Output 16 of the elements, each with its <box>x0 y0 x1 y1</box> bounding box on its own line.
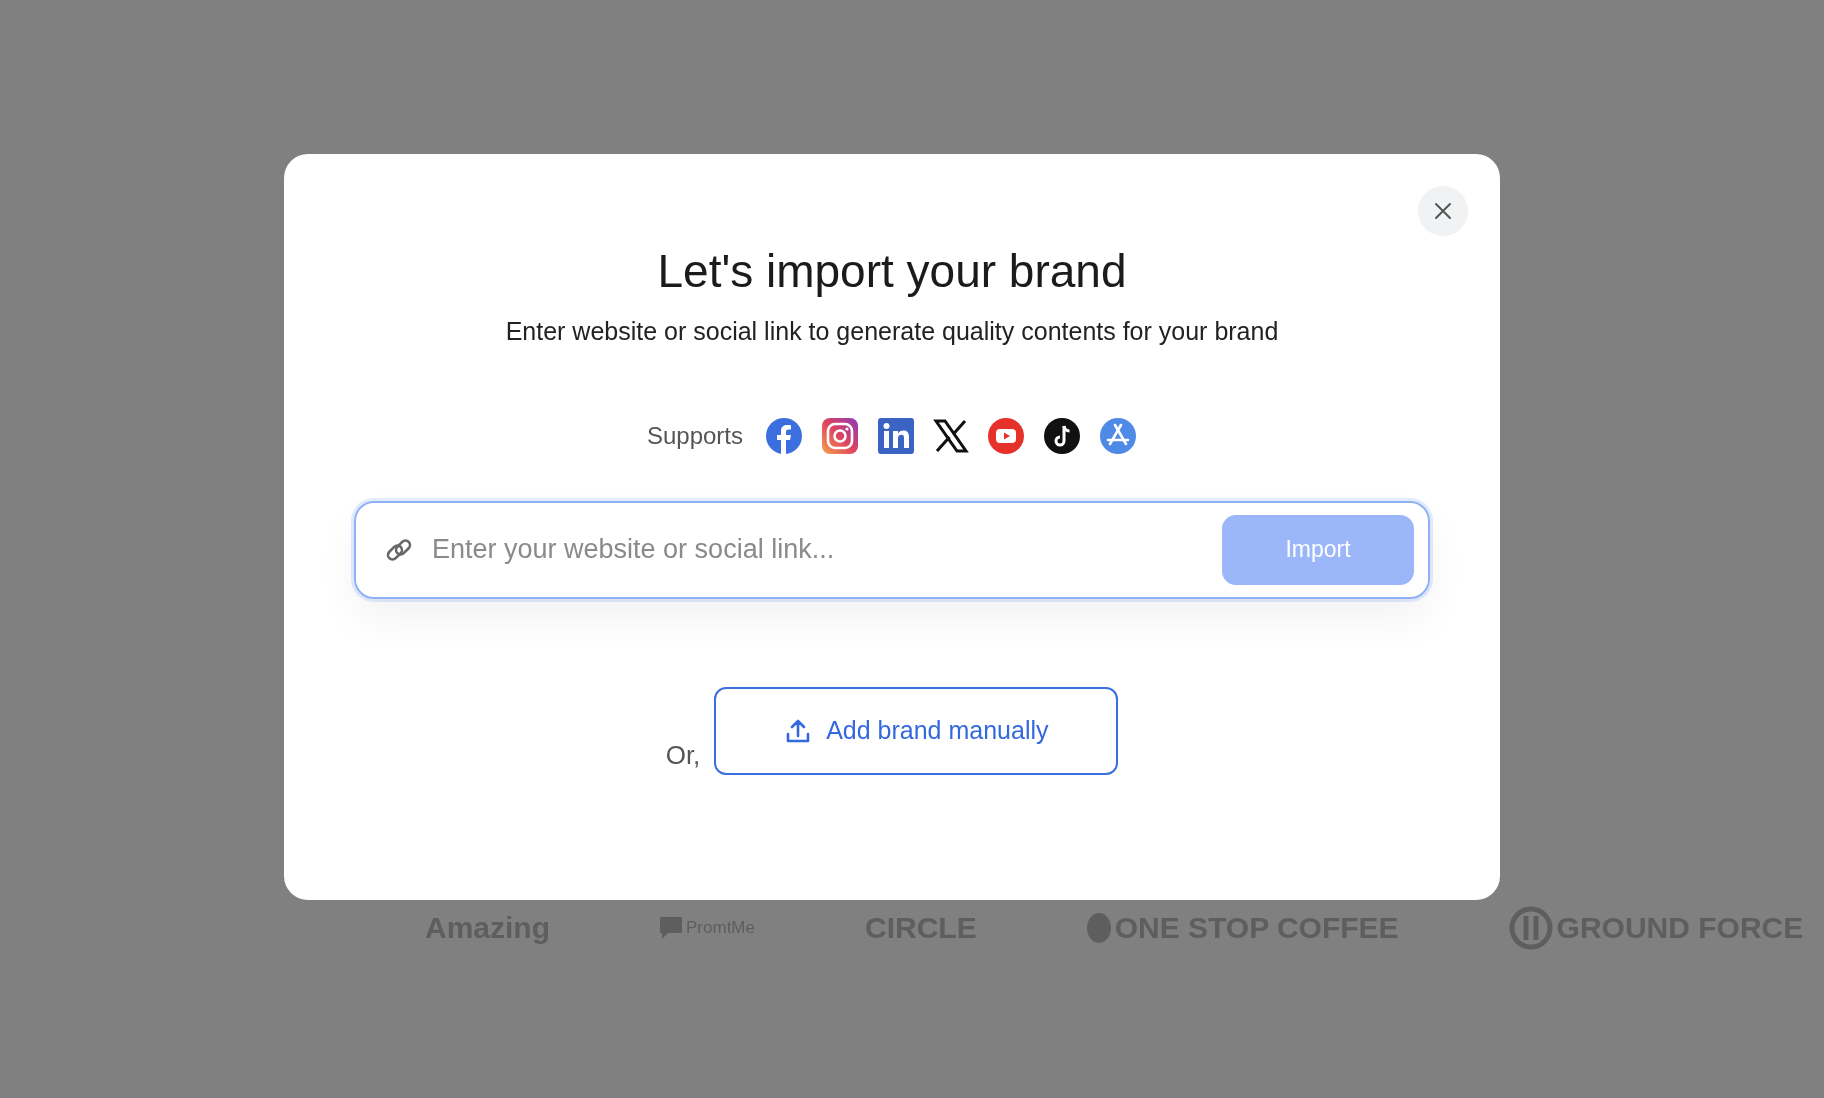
linkedin-icon[interactable] <box>877 416 916 455</box>
add-brand-manually-button[interactable]: Add brand manually <box>714 686 1119 775</box>
instagram-icon[interactable] <box>821 416 860 455</box>
close-button[interactable] <box>1418 186 1468 236</box>
chat-bubble-icon <box>660 916 682 939</box>
tiktok-icon[interactable] <box>1043 416 1082 455</box>
dialog-title: Let's import your brand <box>656 244 1128 299</box>
youtube-icon[interactable] <box>987 416 1026 455</box>
dialog-subtitle: Enter website or social link to generate quality contents for your brand <box>505 316 1279 348</box>
app-store-icon[interactable] <box>1099 416 1138 455</box>
x-logo-icon[interactable] <box>933 417 970 454</box>
supports-label: Supports <box>646 420 744 451</box>
ring-logo-icon <box>1508 905 1553 950</box>
close-icon <box>1434 202 1452 220</box>
or-label: Or, <box>665 738 701 772</box>
facebook-icon[interactable] <box>765 416 804 455</box>
